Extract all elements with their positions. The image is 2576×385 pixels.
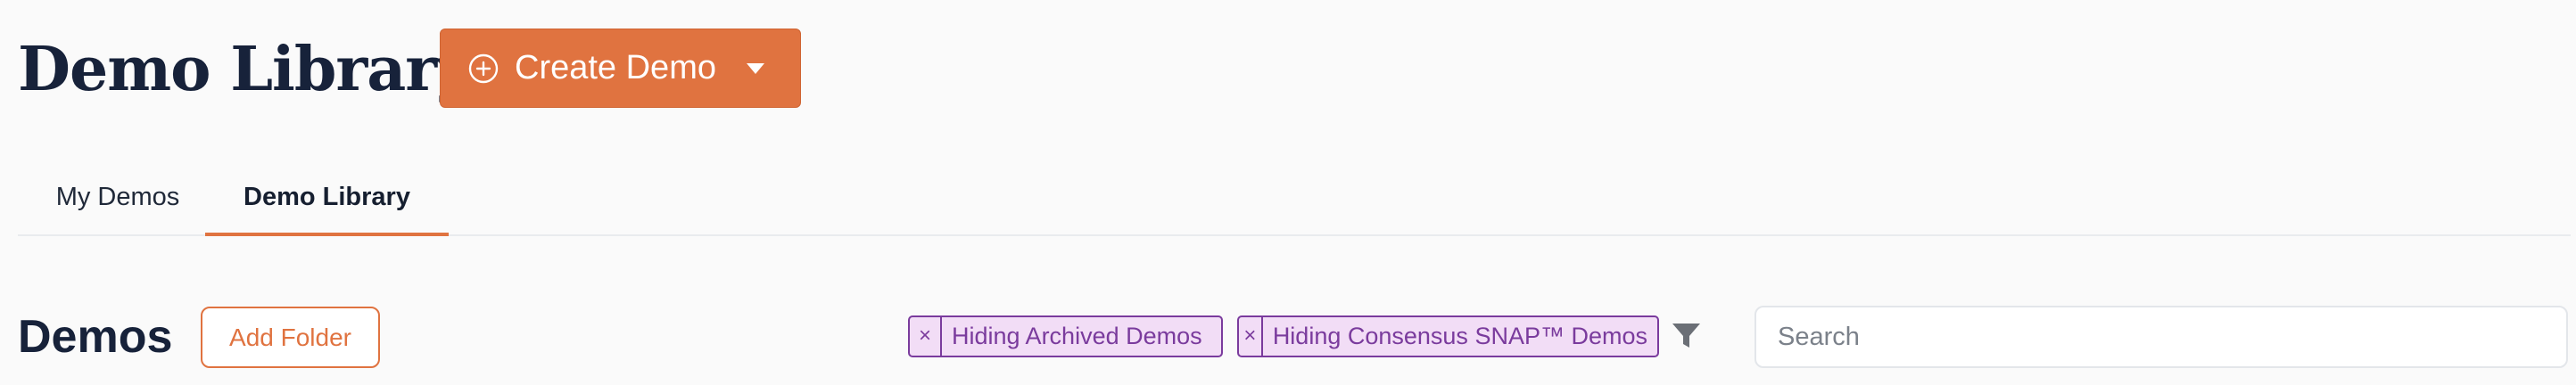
create-demo-button[interactable]: Create Demo — [440, 29, 801, 108]
tab-my-demos[interactable]: My Demos — [29, 160, 207, 234]
caret-down-icon[interactable] — [747, 63, 764, 74]
filter-chip-archived: × Hiding Archived Demos — [908, 315, 1223, 357]
chip-remove-icon[interactable]: × — [910, 317, 942, 356]
funnel-icon[interactable] — [1672, 323, 1701, 349]
section-title: Demos — [18, 311, 173, 363]
chip-label: Hiding Archived Demos — [952, 323, 1202, 349]
page-title: Demo Library — [18, 34, 472, 105]
tab-demo-library[interactable]: Demo Library — [205, 160, 449, 236]
chip-remove-icon[interactable]: × — [1239, 317, 1263, 356]
search-input[interactable] — [1754, 306, 2568, 368]
filter-chip-consensus-snap: × Hiding Consensus SNAP™ Demos — [1237, 315, 1659, 357]
plus-circle-icon — [468, 53, 499, 84]
tab-bar: My Demos Demo Library — [18, 160, 2571, 236]
add-folder-button[interactable]: Add Folder — [201, 307, 380, 368]
chip-label: Hiding Consensus SNAP™ Demos — [1272, 323, 1647, 349]
create-demo-label: Create Demo — [515, 49, 716, 86]
